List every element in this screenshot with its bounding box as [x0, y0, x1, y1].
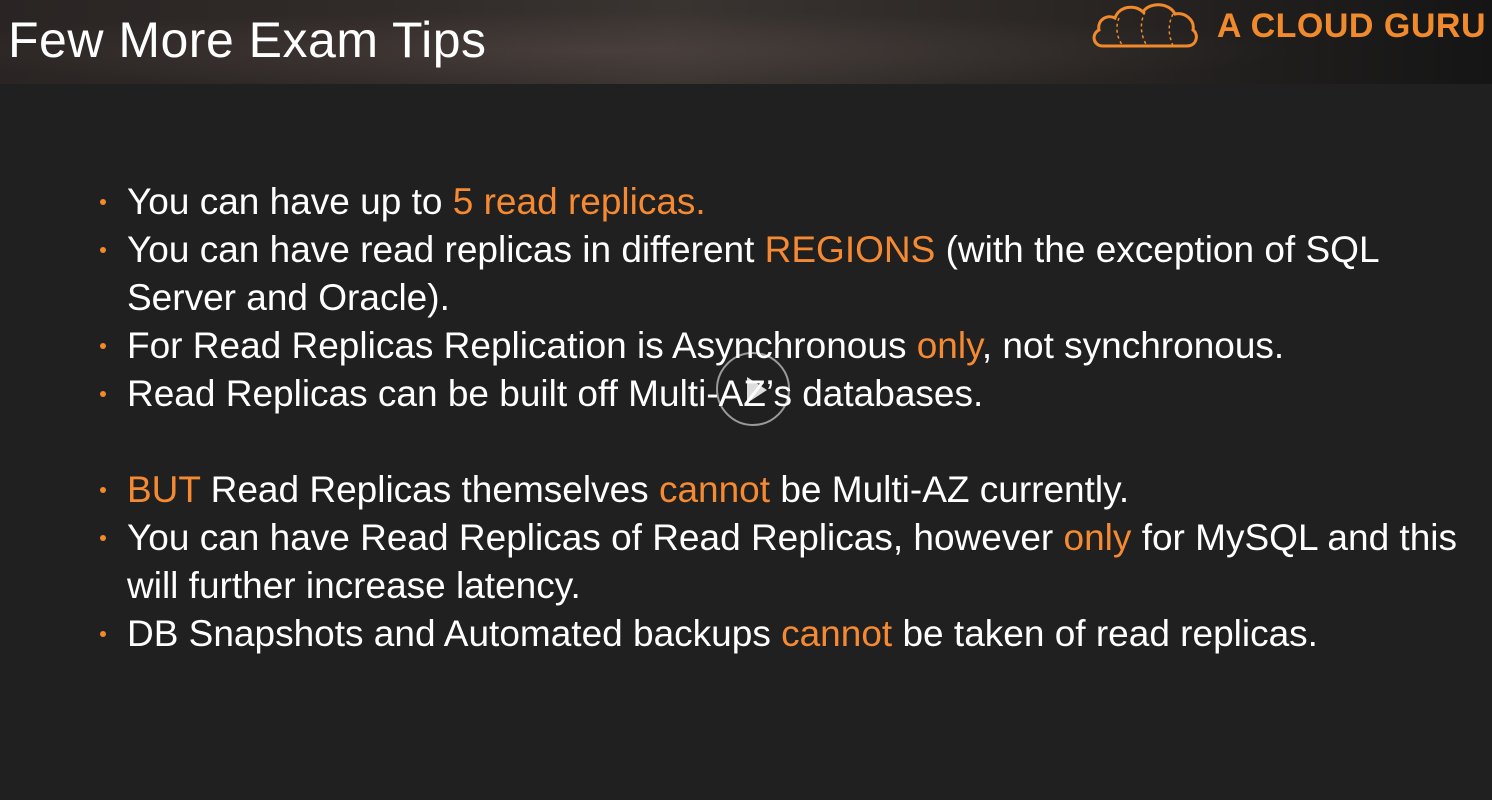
bullet-text: You can have Read Replicas of Read Repli…	[127, 517, 1064, 558]
bullet-dot-icon	[100, 199, 106, 205]
highlighted-text: cannot	[781, 613, 893, 654]
list-item: You can have read replicas in different …	[98, 226, 1458, 322]
list-item: You can have up to 5 read replicas.	[98, 178, 1458, 226]
bullet-dot-icon	[100, 631, 106, 637]
video-play-button[interactable]	[716, 352, 790, 426]
highlighted-text: 5 read replicas.	[452, 181, 706, 222]
bullet-dot-icon	[100, 247, 106, 253]
play-icon	[747, 377, 767, 403]
bullet-text: You can have read replicas in different	[127, 229, 765, 270]
bullet-dot-icon	[100, 343, 106, 349]
slide: Few More Exam Tips A CLOUD GURU You can …	[0, 0, 1492, 800]
list-item: BUT Read Replicas themselves cannot be M…	[98, 466, 1458, 514]
list-item: DB Snapshots and Automated backups canno…	[98, 610, 1458, 658]
bullet-text: Read Replicas themselves	[200, 469, 659, 510]
bullet-dot-icon	[100, 535, 106, 541]
bullet-dot-icon	[100, 487, 106, 493]
bullet-text: DB Snapshots and Automated backups	[127, 613, 782, 654]
highlighted-text: cannot	[658, 469, 771, 510]
highlighted-text: REGIONS	[764, 229, 936, 270]
slide-content: You can have up to 5 read replicas. You c…	[98, 178, 1458, 658]
highlighted-text: only	[1063, 517, 1132, 558]
highlighted-text: only	[916, 325, 982, 366]
bullet-text: For Read Replicas Replication is Asynchr…	[127, 325, 917, 366]
bullet-text: be Multi-AZ currently.	[770, 469, 1130, 510]
bullet-text: be taken of read replicas.	[892, 613, 1318, 654]
bullet-text: You can have up to	[127, 181, 453, 222]
bullet-text: Read Replicas can be built off Multi-AZ’…	[127, 373, 984, 414]
list-item: You can have Read Replicas of Read Repli…	[98, 514, 1458, 610]
brand-logo-group: A CLOUD GURU	[1089, 0, 1486, 52]
cloud-logo-icon	[1092, 3, 1198, 48]
brand-name: A CLOUD GURU	[1216, 6, 1486, 45]
bullet-text: , not synchronous.	[981, 325, 1285, 366]
exam-tips-list: You can have up to 5 read replicas. You c…	[98, 178, 1458, 658]
slide-title: Few More Exam Tips	[8, 12, 487, 68]
slide-header: Few More Exam Tips A CLOUD GURU	[0, 0, 1492, 84]
bullet-dot-icon	[100, 391, 106, 397]
highlighted-text: BUT	[127, 469, 201, 510]
